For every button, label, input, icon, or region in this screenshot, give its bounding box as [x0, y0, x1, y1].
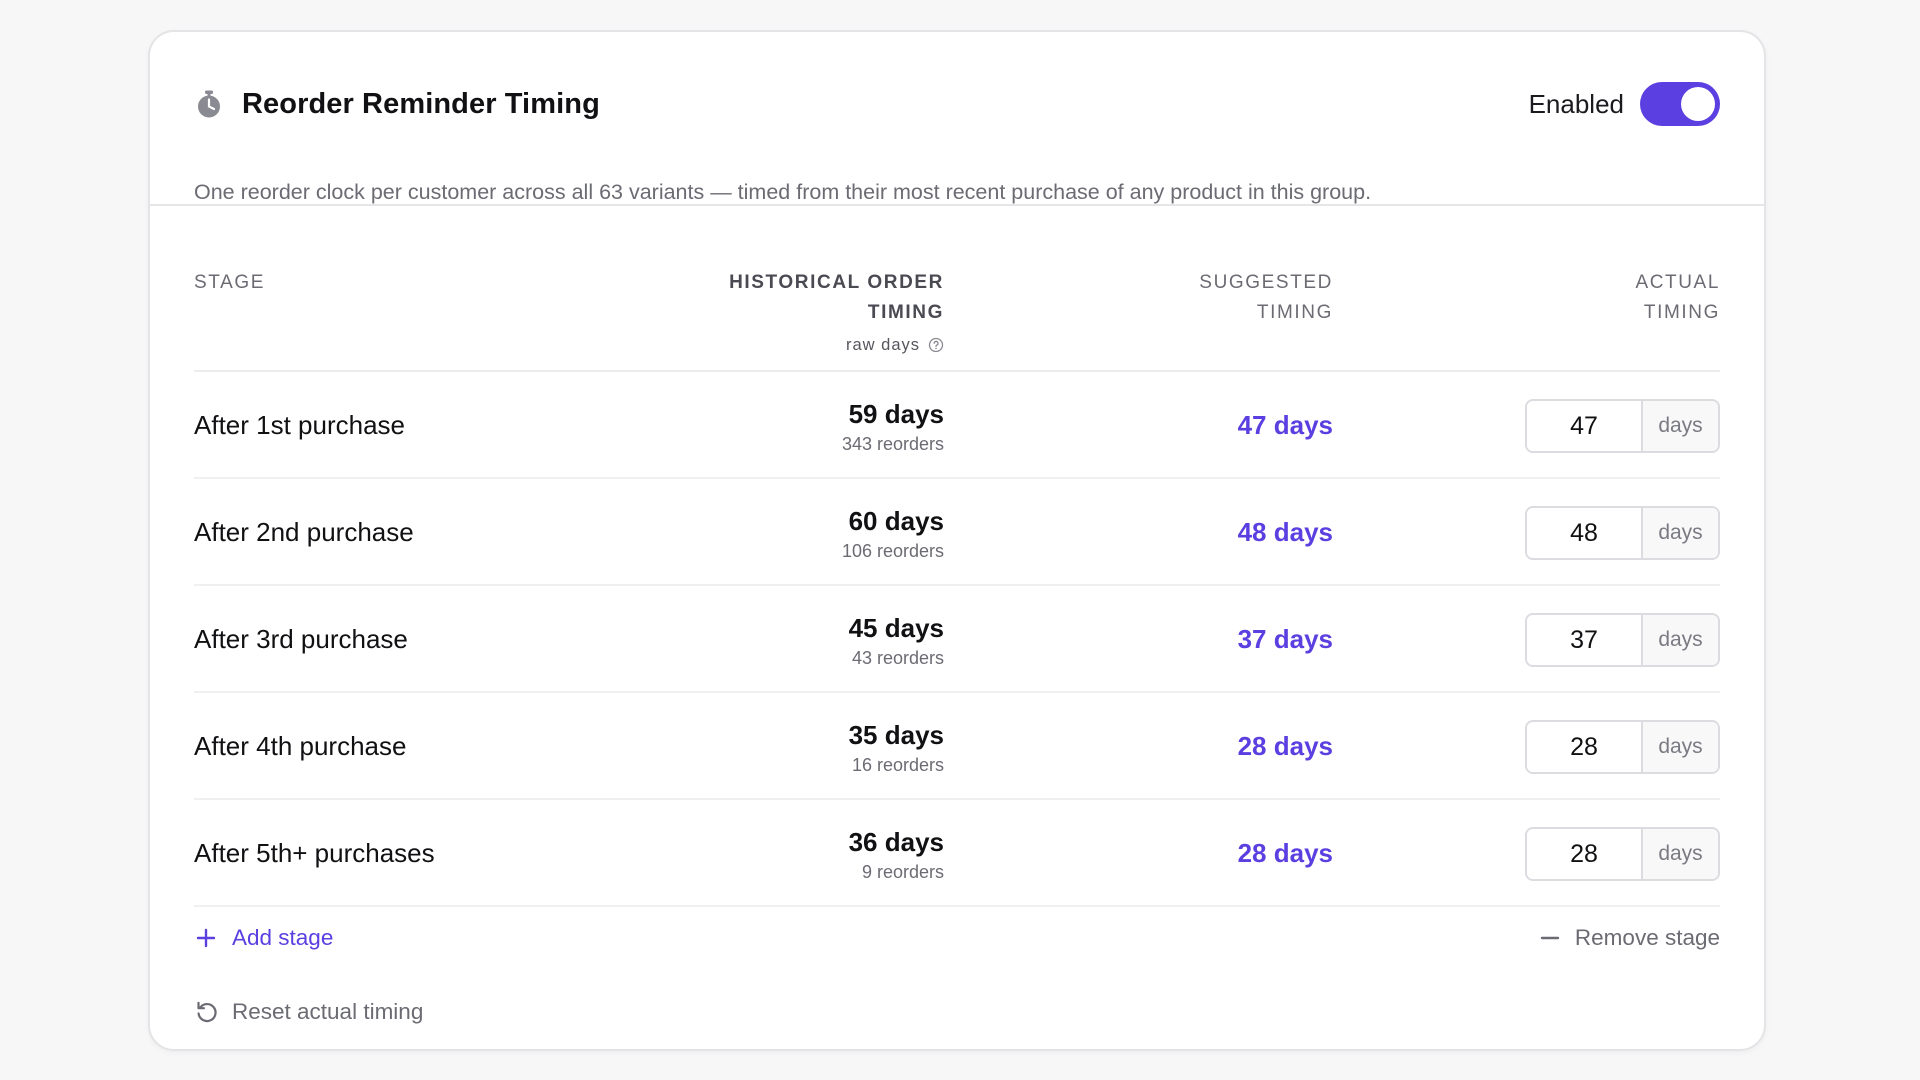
remove-stage-button[interactable]: Remove stage	[1539, 925, 1720, 951]
reorder-count: 343 reorders	[841, 434, 944, 454]
days-unit-label: days	[1641, 401, 1718, 451]
question-circle-icon[interactable]	[928, 337, 944, 353]
stage-label: After 5th+ purchases	[194, 838, 435, 868]
table-row: After 2nd purchase 60 days 106 reorders …	[194, 479, 1720, 586]
enabled-toggle-group: Enabled	[1529, 82, 1720, 126]
stage-label: After 4th purchase	[194, 731, 407, 761]
suggested-timing: 37 days	[1237, 624, 1333, 654]
column-header-stage: STAGE	[194, 272, 265, 293]
column-header-actual-line2: TIMING	[1643, 302, 1720, 323]
table-row: After 1st purchase 59 days 343 reorders …	[194, 372, 1720, 479]
actual-days-input[interactable]	[1527, 829, 1641, 879]
stage-label: After 1st purchase	[194, 410, 405, 440]
column-header-historical-line1: HISTORICAL ORDER	[729, 272, 944, 293]
actual-timing-field: days	[1525, 720, 1720, 774]
minus-icon	[1539, 927, 1561, 949]
actual-timing-field: days	[1525, 506, 1720, 560]
reorder-count: 43 reorders	[851, 648, 944, 668]
reorder-count: 106 reorders	[841, 541, 944, 561]
stopwatch-icon	[194, 89, 224, 119]
actual-timing-field: days	[1525, 613, 1720, 667]
column-header-actual-line1: ACTUAL	[1635, 272, 1720, 293]
toggle-label: Enabled	[1528, 88, 1624, 119]
rotate-ccw-icon	[194, 999, 220, 1025]
reset-actual-timing-button[interactable]: Reset actual timing	[194, 999, 423, 1025]
actual-timing-field: days	[1525, 827, 1720, 881]
suggested-timing: 47 days	[1237, 410, 1333, 440]
suggested-timing: 28 days	[1237, 731, 1333, 761]
historical-days: 45 days	[848, 613, 944, 643]
historical-days: 59 days	[848, 399, 944, 429]
column-header-historical-line2: TIMING	[867, 302, 944, 323]
historical-timing: 60 days 106 reorders	[842, 506, 944, 564]
column-header-suggested-line2: TIMING	[1256, 302, 1333, 323]
card-description: One reorder clock per customer across al…	[194, 180, 1372, 204]
title-row: Reorder Reminder Timing Enabled	[194, 80, 1720, 128]
column-header-suggested-line1: SUGGESTED	[1199, 272, 1333, 293]
toggle-knob	[1681, 87, 1715, 121]
historical-days: 36 days	[848, 827, 944, 857]
suggested-timing: 28 days	[1237, 838, 1333, 868]
suggested-timing: 48 days	[1237, 517, 1333, 547]
enabled-toggle[interactable]	[1640, 82, 1720, 126]
historical-timing: 59 days 343 reorders	[842, 399, 944, 457]
historical-timing: 36 days 9 reorders	[849, 827, 944, 885]
table-row: After 5th+ purchases 36 days 9 reorders …	[194, 800, 1720, 907]
stage-label: After 2nd purchase	[194, 517, 414, 547]
column-header-historical: HISTORICAL ORDER TIMING raw days	[729, 268, 944, 360]
actual-days-input[interactable]	[1527, 722, 1641, 772]
reorder-count: 16 reorders	[851, 755, 944, 775]
actual-days-input[interactable]	[1527, 615, 1641, 665]
add-stage-button[interactable]: Add stage	[194, 925, 333, 951]
column-header-suggested: SUGGESTED TIMING	[1199, 268, 1333, 328]
add-stage-label: Add stage	[232, 925, 334, 950]
reset-label: Reset actual timing	[232, 999, 424, 1024]
historical-timing: 45 days 43 reorders	[849, 613, 944, 671]
page-title: Reorder Reminder Timing	[242, 87, 600, 120]
actual-timing-field: days	[1525, 399, 1720, 453]
days-unit-label: days	[1641, 829, 1718, 879]
stage-label: After 3rd purchase	[194, 624, 408, 654]
historical-days: 60 days	[848, 506, 944, 536]
card-header: Reorder Reminder Timing Enabled One reor…	[150, 32, 1764, 206]
actual-days-input[interactable]	[1527, 508, 1641, 558]
reorder-timing-card: Reorder Reminder Timing Enabled One reor…	[148, 30, 1766, 1051]
reorder-count: 9 reorders	[861, 862, 944, 882]
days-unit-label: days	[1641, 615, 1718, 665]
remove-stage-label: Remove stage	[1574, 925, 1720, 950]
column-header-actual: ACTUAL TIMING	[1635, 268, 1720, 328]
historical-days: 35 days	[848, 720, 944, 750]
days-unit-label: days	[1641, 508, 1718, 558]
table-row: After 3rd purchase 45 days 43 reorders 3…	[194, 586, 1720, 693]
table-header: STAGE HISTORICAL ORDER TIMING raw days S…	[194, 206, 1720, 372]
table-row: After 4th purchase 35 days 16 reorders 2…	[194, 693, 1720, 800]
days-unit-label: days	[1641, 722, 1718, 772]
stage-table: STAGE HISTORICAL ORDER TIMING raw days S…	[194, 206, 1720, 1024]
raw-days-label: raw days	[845, 336, 920, 354]
table-actions: Add stage Remove stage Reset actual timi…	[194, 907, 1720, 1024]
historical-timing: 35 days 16 reorders	[849, 720, 944, 778]
plus-icon	[194, 926, 218, 950]
actual-days-input[interactable]	[1527, 401, 1641, 451]
column-header-historical-sub: raw days	[729, 330, 944, 360]
